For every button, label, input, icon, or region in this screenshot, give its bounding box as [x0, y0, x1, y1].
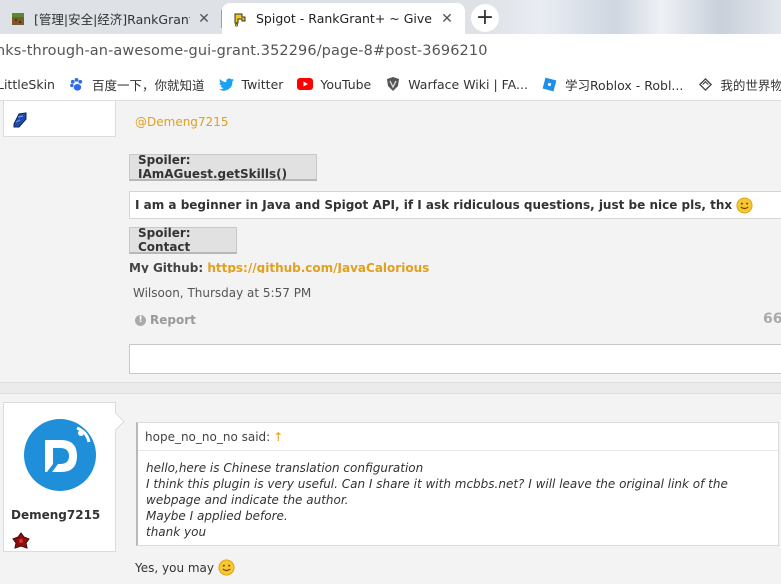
bookmark-warface[interactable]: Warface Wiki | FA... [385, 76, 528, 92]
minecraft-icon [697, 76, 713, 92]
signature-text: I am a beginner in Java and Spigot API, … [129, 191, 781, 219]
quote-line: Maybe I applied before. [146, 509, 288, 523]
bookmark-label: LittleSkin [0, 76, 55, 92]
bookmark-label: 我的世界物品 [720, 77, 781, 93]
bookmark-youtube[interactable]: YouTube [297, 76, 371, 92]
quote-author[interactable]: hope_no_no_no said: [145, 430, 270, 444]
quote-line: I think this plugin is very useful. Can … [146, 477, 728, 507]
spigot-faucet-icon [232, 11, 248, 27]
close-tab-icon[interactable]: ✕ [196, 11, 212, 27]
post-meta[interactable]: Wilsoon, Thursday at 5:57 PM [133, 286, 311, 300]
jump-to-quote-icon[interactable]: ↑ [273, 430, 283, 444]
bookmark-littleskin[interactable]: LittleSkin [0, 77, 55, 92]
bookmark-label: YouTube [320, 76, 372, 92]
warface-icon [385, 76, 401, 92]
url-text[interactable]: nks-through-an-awesome-gui-grant.352296/… [0, 43, 488, 59]
quoted-message: hope_no_no_no said: ↑ hello,here is Chin… [136, 422, 779, 546]
tab-title: [管理|安全|经济]RankGrant+— [34, 12, 190, 27]
reply-text: Yes, you may [135, 560, 215, 575]
quote-line: hello,here is Chinese translation config… [146, 461, 424, 475]
info-icon: ! [135, 314, 146, 326]
twitter-bird-icon [219, 76, 235, 92]
baidu-paw-icon [69, 76, 85, 92]
new-tab-button[interactable]: + [471, 4, 499, 32]
roblox-icon [542, 76, 558, 92]
bookmark-twitter[interactable]: Twitter [219, 76, 284, 92]
bookmarks-bar: LittleSkin 百度一下，你就知道 Twitter YouTube War… [0, 68, 781, 101]
bookmark-label: Twitter [241, 76, 284, 92]
report-button[interactable]: ! Report [135, 313, 196, 327]
github-link[interactable]: https://github.com/JavaCalorious [207, 261, 429, 273]
reply-input-box[interactable] [129, 344, 781, 374]
bookmark-label: 学习Roblox - Robl... [564, 77, 684, 93]
tab-title: Spigot - RankGrant+ ~ Give R [256, 11, 433, 26]
tab-rankgrant-cn[interactable]: [管理|安全|经济]RankGrant+— ✕ [0, 3, 222, 34]
bookmark-label: 百度一下，你就知道 [91, 77, 205, 93]
bookmark-minecraft[interactable]: 我的世界物品 [697, 75, 781, 94]
lapis-rank-icon [10, 110, 30, 133]
username[interactable]: Demeng7215 [11, 508, 100, 522]
user-info-box [3, 101, 116, 137]
github-label: My Github: [129, 261, 204, 273]
address-bar[interactable]: nks-through-an-awesome-gui-grant.352296/… [0, 34, 781, 68]
signature-body: I am a beginner in Java and Spigot API, … [135, 198, 733, 212]
reply-message: Yes, you may [135, 559, 235, 576]
spoiler-contact-button[interactable]: Spoiler: Contact [129, 226, 237, 254]
quote-line: thank you [146, 525, 207, 539]
bookmark-baidu[interactable]: 百度一下，你就知道 [69, 75, 205, 94]
bookmark-roblox[interactable]: 学习Roblox - Robl... [542, 75, 683, 94]
quote-body: hello,here is Chinese translation config… [146, 460, 758, 540]
tab-spigot-rankgrant[interactable]: Spigot - RankGrant+ ~ Give R ✕ [222, 3, 465, 34]
browser-theme-background [481, 0, 781, 34]
close-tab-icon[interactable]: ✕ [439, 11, 455, 27]
post-divider [0, 382, 781, 394]
forum-page: @Demeng7215 Spoiler: IAmAGuest.getSkills… [0, 101, 781, 584]
quote-header: hope_no_no_no said: ↑ [138, 423, 778, 451]
smile-emoji-icon [218, 559, 235, 576]
minecraft-block-icon [10, 11, 26, 27]
spoiler-skills-button[interactable]: Spoiler: IAmAGuest.getSkills() [129, 153, 317, 181]
smile-emoji-icon [736, 196, 753, 214]
quote-reply-icon[interactable]: 66 [763, 311, 781, 327]
github-line: My Github: https://github.com/JavaCalori… [129, 261, 429, 273]
forum-post-demeng: Demeng7215 hope_no_no_no said: ↑ hello,h… [0, 394, 781, 584]
user-mention-link[interactable]: @Demeng7215 [135, 115, 228, 129]
avatar[interactable] [23, 418, 97, 492]
forum-post-wilsoon: @Demeng7215 Spoiler: IAmAGuest.getSkills… [0, 101, 781, 382]
bookmark-label: Warface Wiki | FA... [408, 76, 528, 92]
user-info-box: Demeng7215 [3, 402, 116, 552]
redstone-rank-icon [11, 531, 31, 554]
youtube-play-icon [297, 76, 314, 92]
report-label: Report [150, 313, 196, 327]
tab-strip: [管理|安全|经济]RankGrant+— ✕ Spigot - RankGra… [0, 0, 781, 34]
